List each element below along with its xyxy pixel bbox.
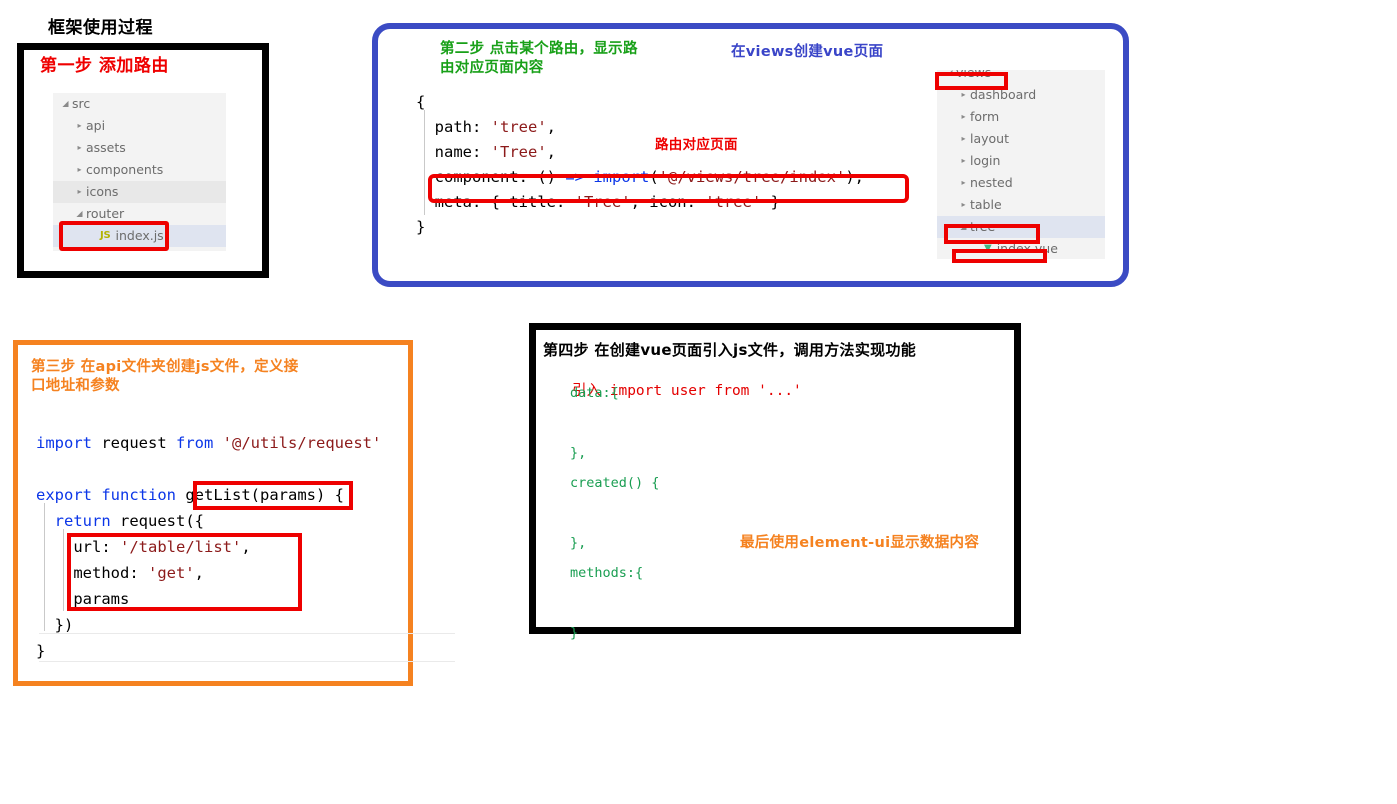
tree-row-label: form	[970, 109, 1000, 124]
tree-row-label: src	[72, 96, 91, 111]
tree-row[interactable]: ▸ components	[53, 159, 226, 181]
chevron-right-icon[interactable]: ▸	[73, 137, 86, 159]
step2-subheading: 在views创建vue页面	[731, 44, 884, 60]
chevron-right-icon[interactable]: ▸	[957, 106, 970, 128]
step2-heading: 第二步 点击某个路由，显示路 由对应页面内容	[440, 41, 638, 76]
chevron-right-icon[interactable]: ▸	[73, 115, 86, 137]
tree-row[interactable]: ▸ nested	[937, 172, 1105, 194]
highlight-box-request-params	[67, 533, 302, 611]
tree-row-label: api	[86, 118, 106, 133]
step2-route-code: { path: 'tree', name: 'Tree', component:…	[416, 93, 864, 236]
highlight-box-index-js	[59, 221, 169, 251]
tree-row[interactable]: ▸ layout	[937, 128, 1105, 150]
highlight-box-component-line	[428, 174, 909, 203]
chevron-right-icon[interactable]: ▸	[957, 150, 970, 172]
step4-heading: 第四步 在创建vue页面引入js文件，调用方法实现功能	[543, 341, 917, 359]
tree-row-label: icons	[86, 184, 119, 199]
tree-row-label: assets	[86, 140, 126, 155]
tree-row-label: layout	[970, 131, 1010, 146]
chevron-right-icon[interactable]: ▸	[73, 181, 86, 203]
step3-heading: 第三步 在api文件夹创建js文件，定义接 口地址和参数	[31, 359, 299, 394]
tree-row[interactable]: ▸ form	[937, 106, 1105, 128]
highlight-box-tree	[944, 224, 1040, 244]
tree-row[interactable]: ▸ table	[937, 194, 1105, 216]
chevron-right-icon[interactable]: ▸	[957, 194, 970, 216]
tree-row-label: components	[86, 162, 164, 177]
step1-heading: 第一步 添加路由	[40, 56, 169, 76]
highlight-box-index-vue	[952, 249, 1047, 263]
tree-row-label: table	[970, 197, 1002, 212]
page-title: 框架使用过程	[48, 18, 153, 38]
step4-vue-code: data:{ }, created() { }, methods:{ }	[570, 385, 660, 641]
tree-row-label: nested	[970, 175, 1013, 190]
step4-element-ui-note: 最后使用element-ui显示数据内容	[740, 535, 980, 551]
tree-row[interactable]: ▸ api	[53, 115, 226, 137]
highlight-box-views	[935, 72, 1008, 90]
tree-row[interactable]: ◢ src	[53, 93, 226, 115]
tree-row-label: login	[970, 153, 1001, 168]
chevron-right-icon[interactable]: ▸	[957, 128, 970, 150]
chevron-right-icon[interactable]: ▸	[73, 159, 86, 181]
chevron-right-icon[interactable]: ▸	[957, 172, 970, 194]
tree-row[interactable]: ▸ assets	[53, 137, 226, 159]
highlight-box-getlist	[193, 481, 353, 510]
tree-row[interactable]: ▸ login	[937, 150, 1105, 172]
chevron-down-icon[interactable]: ◢	[59, 93, 72, 115]
tree-row[interactable]: ▸ icons	[53, 181, 226, 203]
